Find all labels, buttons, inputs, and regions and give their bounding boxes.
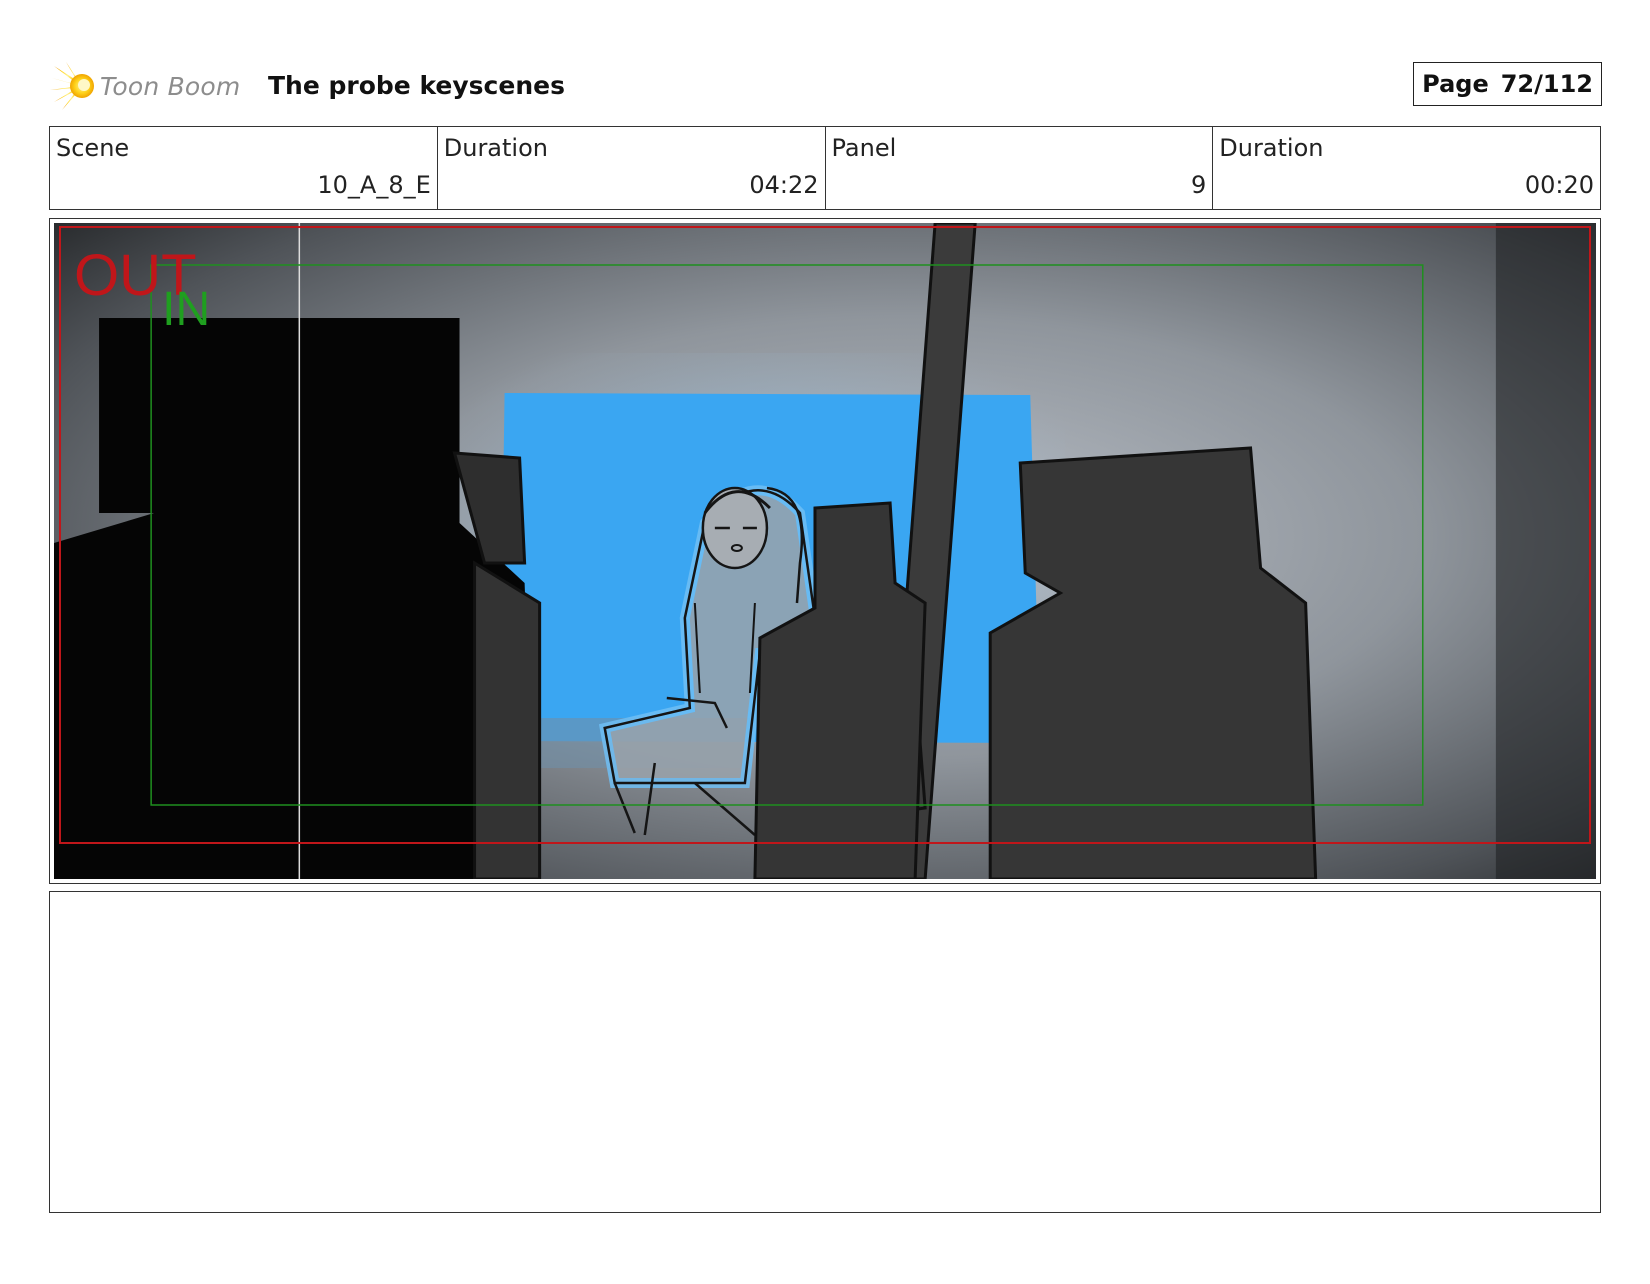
panel-label: Panel (831, 134, 897, 162)
panel-duration-label: Duration (1219, 134, 1324, 162)
scene-label: Scene (56, 134, 130, 162)
scene-duration-label: Duration (443, 134, 548, 162)
scene-info-table: Scene 10_A_8_E Duration 04:22 Panel 9 Du… (49, 126, 1601, 210)
document-title: The probe keyscenes (268, 71, 565, 100)
panel-duration-cell: Duration 00:20 (1213, 127, 1600, 209)
panel-value: 9 (1190, 171, 1207, 199)
toon-boom-burst-icon (50, 62, 94, 110)
page-number: 72/112 (1500, 70, 1593, 98)
page-header: Toon Boom The probe keyscenes Page 72/11… (50, 58, 1602, 114)
right-shadow (1495, 223, 1596, 879)
storyboard-panel: OUT IN (49, 218, 1601, 884)
scene-cell: Scene 10_A_8_E (50, 127, 438, 209)
scene-duration-cell: Duration 04:22 (438, 127, 826, 209)
panel-drawing: OUT IN (54, 223, 1596, 879)
scene-value: 10_A_8_E (317, 171, 431, 199)
scene-duration-value: 04:22 (749, 171, 819, 199)
panel-duration-value: 00:20 (1524, 171, 1594, 199)
toon-boom-logo: Toon Boom (50, 58, 240, 114)
page-label: Page (1422, 70, 1489, 98)
page-indicator: Page 72/112 (1413, 62, 1602, 106)
panel-cell: Panel 9 (826, 127, 1214, 209)
logo-wordmark: Toon Boom (100, 71, 241, 101)
in-label: IN (162, 283, 210, 336)
panel-notes-box (49, 891, 1601, 1213)
